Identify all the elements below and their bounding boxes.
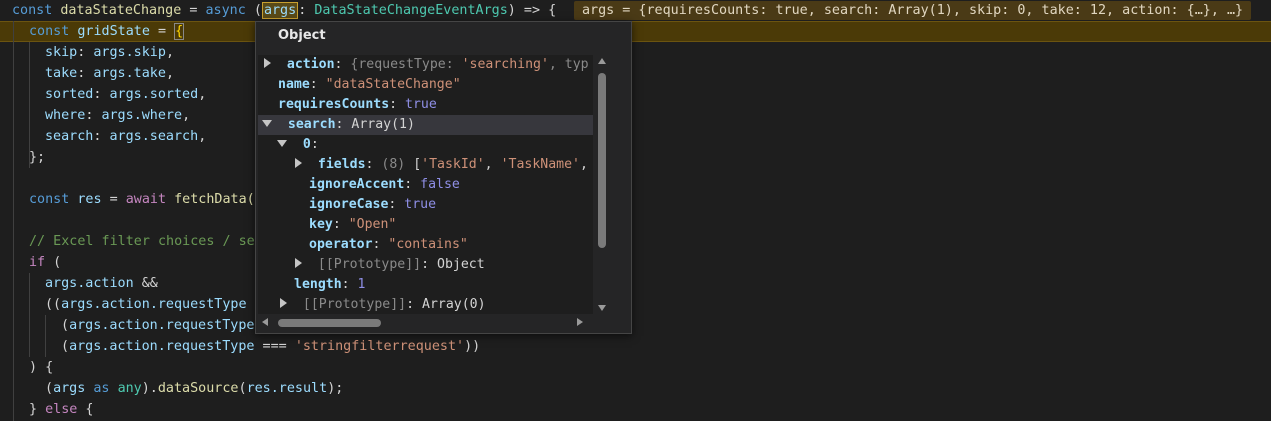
popup-title: Object [278, 28, 326, 43]
tree-row-key[interactable]: key: "Open" [258, 215, 593, 235]
tree-row-index-0[interactable]: 0: [258, 135, 593, 155]
code-line-4[interactable]: take: args.take, [45, 63, 174, 84]
tree-row-requirescounts[interactable]: requiresCounts: true [258, 95, 593, 115]
tree-row-fields[interactable]: fields: (8) ['TaskId', 'TaskName', [258, 155, 593, 175]
current-line-highlight [0, 21, 1271, 42]
code-line-14[interactable]: args.action && [45, 273, 158, 294]
tree-row-prototype-array[interactable]: [[Prototype]]: Array(0) [258, 295, 593, 314]
code-line-17[interactable]: (args.action.requestType === 'stringfilt… [61, 336, 480, 357]
expand-arrow-icon[interactable] [295, 158, 302, 168]
args-param-highlight: args [261, 2, 299, 19]
code-line-3[interactable]: skip: args.skip, [45, 42, 174, 63]
code-line-6[interactable]: where: args.where, [45, 105, 190, 126]
horizontal-scrollbar[interactable] [258, 315, 593, 329]
tree-row-ignoreaccent[interactable]: ignoreAccent: false [258, 175, 593, 195]
code-line-20[interactable]: } else { [29, 399, 94, 420]
scroll-right-arrow-icon[interactable] [577, 318, 583, 326]
code-line-18[interactable]: ) { [29, 357, 53, 378]
tree-row-action[interactable]: action: {requestType: 'searching', typ [258, 55, 593, 75]
tree-row-prototype-object[interactable]: [[Prototype]]: Object [258, 255, 593, 275]
tree-row-operator[interactable]: operator: "contains" [258, 235, 593, 255]
object-tree[interactable]: action: {requestType: 'searching', typ n… [258, 55, 593, 314]
scroll-up-arrow-icon[interactable] [598, 58, 606, 64]
collapse-arrow-icon[interactable] [277, 139, 287, 147]
tree-row-length[interactable]: length: 1 [258, 275, 593, 295]
scroll-down-arrow-icon[interactable] [598, 305, 606, 311]
code-line-13[interactable]: if ( [29, 252, 61, 273]
code-line-15[interactable]: ((args.action.requestType [45, 294, 247, 315]
code-line-1[interactable]: const dataStateChange = async (args: Dat… [12, 0, 556, 21]
tree-row-ignorecase[interactable]: ignoreCase: true [258, 195, 593, 215]
code-line-10[interactable]: const res = await fetchData( [29, 189, 255, 210]
indent-guide [45, 315, 46, 357]
code-line-5[interactable]: sorted: args.sorted, [45, 84, 206, 105]
code-line-19[interactable]: (args as any).dataSource(res.result); [45, 378, 343, 399]
code-line-16[interactable]: (args.action.requestType [61, 315, 255, 336]
scroll-left-arrow-icon[interactable] [262, 318, 268, 326]
code-line-12[interactable]: // Excel filter choices / se [29, 231, 255, 252]
expand-arrow-icon[interactable] [280, 298, 287, 308]
indent-guide [29, 273, 30, 357]
expand-arrow-icon[interactable] [295, 258, 302, 268]
vertical-scrollbar[interactable] [595, 55, 609, 314]
vertical-scroll-thumb[interactable] [598, 73, 606, 248]
horizontal-scroll-thumb[interactable] [278, 319, 381, 327]
inline-value-hint[interactable]: args = {requiresCounts: true, search: Ar… [574, 1, 1252, 20]
expand-arrow-icon[interactable] [264, 58, 271, 68]
code-line-2[interactable]: const gridState = { [29, 21, 185, 42]
code-line-8[interactable]: }; [29, 147, 45, 168]
indent-guide [13, 21, 14, 421]
tree-row-search[interactable]: search: Array(1) [258, 115, 593, 135]
tree-row-name[interactable]: name: "dataStateChange" [258, 75, 593, 95]
collapse-arrow-icon[interactable] [262, 119, 272, 127]
debug-hover-popup[interactable]: Object action: {requestType: 'searching'… [255, 21, 632, 334]
code-line-7[interactable]: search: args.search, [45, 126, 206, 147]
